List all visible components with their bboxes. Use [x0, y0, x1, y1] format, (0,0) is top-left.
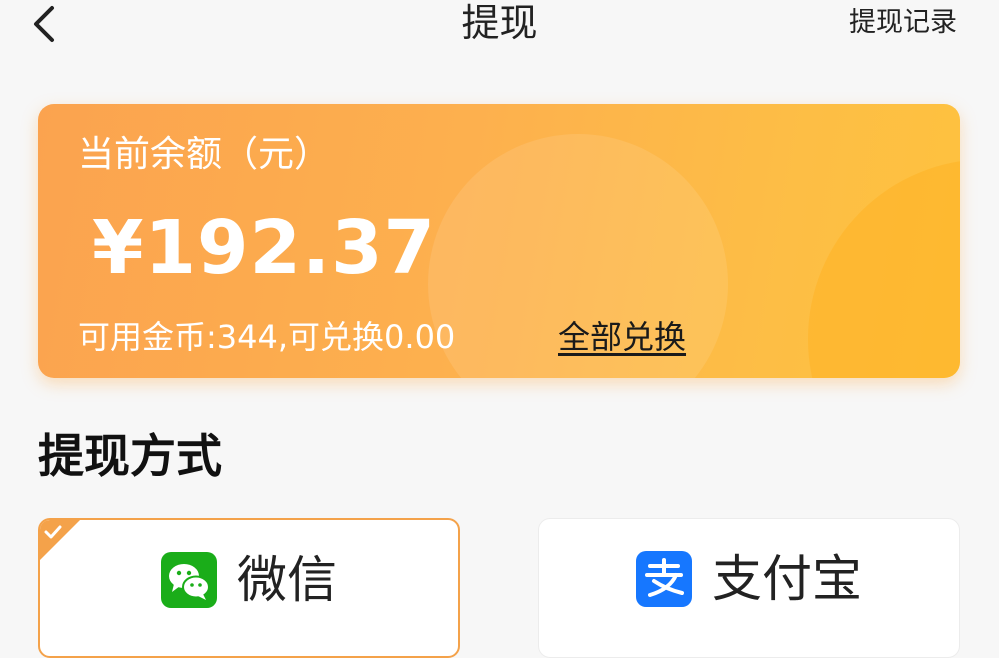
withdraw-method-title: 提现方式	[38, 429, 222, 483]
method-content: 微信	[40, 550, 458, 610]
available-coins-text: 可用金币:344,可兑换0.00	[78, 318, 456, 356]
method-option-wechat[interactable]: 微信	[38, 518, 460, 658]
withdraw-history-link[interactable]: 提现记录	[849, 3, 957, 43]
alipay-icon	[636, 551, 692, 607]
wechat-icon	[161, 552, 217, 608]
exchange-all-button[interactable]: 全部兑换	[558, 316, 686, 358]
top-nav-bar: 提现 提现记录	[0, 0, 999, 60]
method-label-wechat: 微信	[237, 551, 337, 609]
method-content: 支付宝	[539, 549, 959, 609]
balance-amount: ¥192.37	[92, 205, 437, 291]
method-label-alipay: 支付宝	[712, 550, 862, 608]
method-option-alipay[interactable]: 支付宝	[538, 518, 960, 658]
card-decoration-circle	[808, 159, 960, 378]
balance-label: 当前余额（元）	[78, 134, 331, 175]
balance-card: 当前余额（元） ¥192.37 可用金币:344,可兑换0.00 全部兑换	[38, 104, 960, 378]
chevron-left-icon	[34, 6, 54, 42]
back-button[interactable]	[22, 4, 66, 44]
